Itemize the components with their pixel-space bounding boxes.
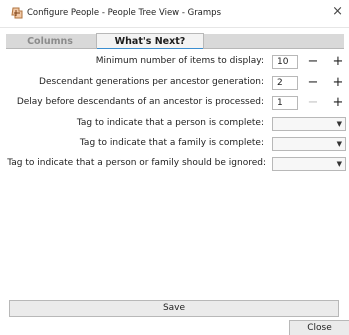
descendant-generations-increment-button[interactable]: + — [329, 76, 347, 90]
window-title: Configure People - People Tree View - Gr… — [27, 8, 221, 18]
tab-whats-next-label: What's Next? — [114, 36, 186, 47]
close-icon[interactable]: × — [332, 5, 343, 18]
min-items-input[interactable]: 10 — [272, 55, 298, 69]
delay-label: Delay before descendants of an ancestor … — [16, 97, 264, 107]
delay-decrement-button[interactable]: − — [304, 96, 322, 110]
tab-whats-next[interactable]: What's Next? — [96, 33, 204, 50]
ignored-tag-dropdown[interactable]: ▼ — [272, 157, 346, 171]
family-complete-tag-dropdown[interactable]: ▼ — [272, 137, 346, 151]
descendant-generations-label: Descendant generations per ancestor gene… — [39, 77, 264, 87]
close-button[interactable]: Close — [289, 320, 349, 335]
tab-bar: Columns What's Next? — [6, 33, 344, 50]
min-items-increment-button[interactable]: + — [329, 55, 347, 69]
person-complete-tag-dropdown[interactable]: ▼ — [272, 117, 346, 131]
chevron-down-icon: ▼ — [336, 140, 342, 148]
person-complete-tag-label: Tag to indicate that a person is complet… — [76, 118, 264, 128]
settings-panel: Minimum number of items to display: 10 −… — [6, 49, 347, 299]
tab-columns[interactable]: Columns — [6, 34, 94, 49]
chevron-down-icon: ▼ — [336, 120, 342, 128]
descendant-generations-decrement-button[interactable]: − — [304, 76, 322, 90]
ignored-tag-label: Tag to indicate that a person or family … — [7, 158, 266, 168]
family-complete-tag-label: Tag to indicate that a family is complet… — [79, 138, 264, 148]
gramps-app-icon — [11, 7, 23, 19]
chevron-down-icon: ▼ — [336, 160, 342, 168]
min-items-label: Minimum number of items to display: — [95, 56, 264, 66]
delay-increment-button[interactable]: + — [329, 96, 347, 110]
save-button[interactable]: Save — [9, 300, 339, 317]
delay-input[interactable]: 1 — [272, 96, 298, 110]
title-bar: Configure People - People Tree View - Gr… — [0, 0, 349, 28]
min-items-decrement-button[interactable]: − — [304, 55, 322, 69]
descendant-generations-input[interactable]: 2 — [272, 76, 298, 90]
